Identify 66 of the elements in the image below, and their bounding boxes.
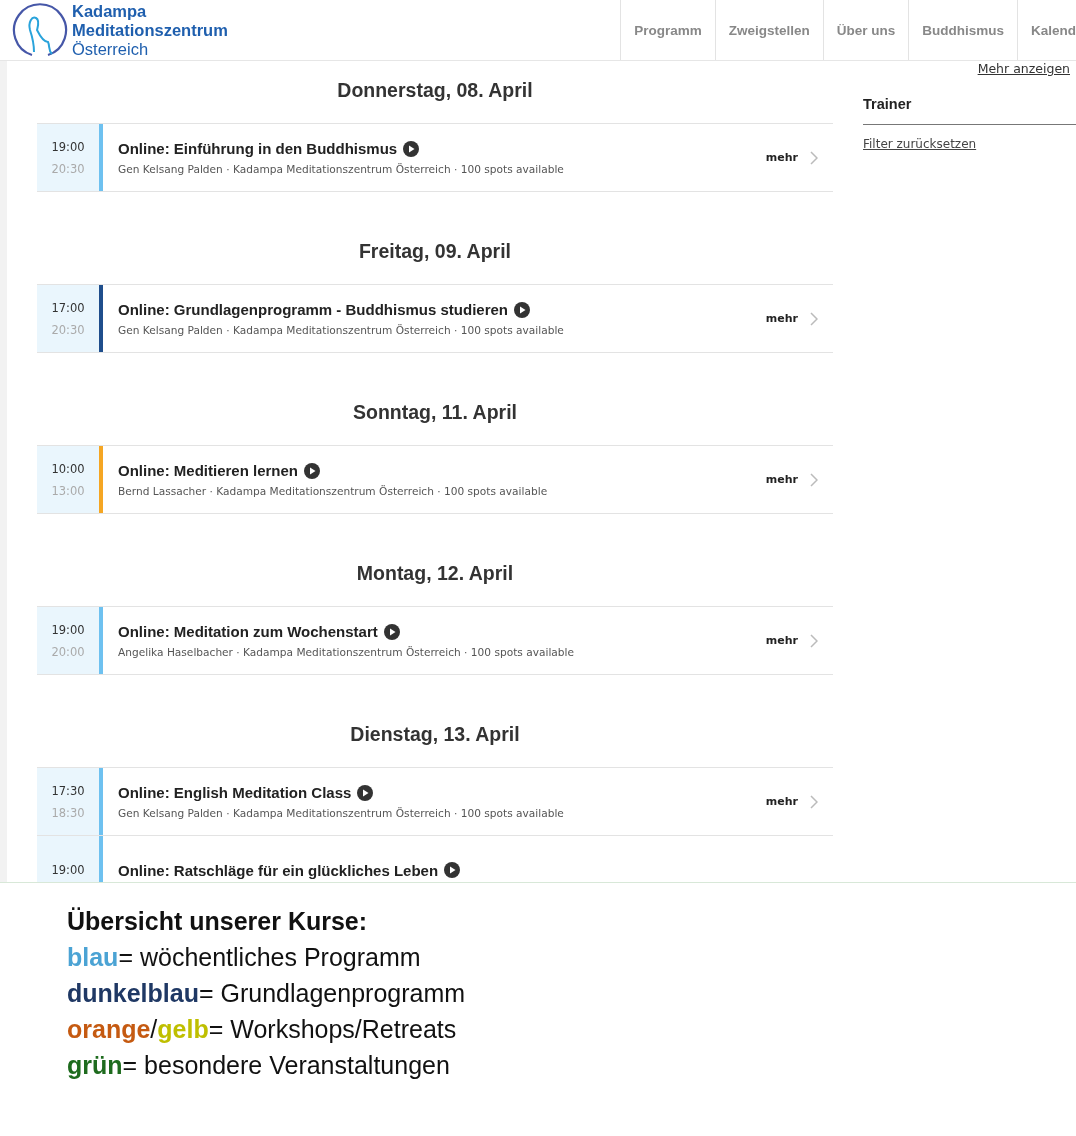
nav-link[interactable]: Über uns [822, 0, 909, 60]
event-details: Gen Kelsang Palden · Kadampa Meditationszentrum Österreich · 100 spots available [118, 807, 565, 819]
play-icon [304, 462, 321, 479]
play-icon [444, 862, 461, 878]
event-row[interactable]: 10:00 13:00 Online: Meditieren lernen Bernd Lassacher · Kadampa Meditationszentrum Österreich · 100 spots available mehr [37, 445, 833, 514]
more-link[interactable]: mehr [765, 151, 798, 164]
play-icon [514, 301, 531, 318]
play-icon [403, 140, 420, 157]
end-time: 18:30 [51, 805, 85, 820]
event-details: Gen Kelsang Palden · Kadampa Meditationszentrum Österreich · 100 spots available [118, 324, 565, 336]
event-title: Online: Einführung in den Buddhismus [118, 140, 398, 157]
show-more-link[interactable]: Mehr anzeigen [977, 61, 1070, 76]
meditator-logo-icon [12, 2, 68, 58]
logo-text: Österreich [72, 39, 150, 59]
legend-line: blau= wöchentliches Programm [67, 942, 422, 973]
end-time: 20:00 [51, 644, 85, 659]
start-time: 10:00 [51, 461, 85, 476]
start-time: 19:00 [51, 863, 85, 877]
day-heading: Donnerstag, 08. April [336, 78, 534, 103]
legend-line: orange/gelb= Workshops/Retreats [67, 1014, 458, 1045]
chevron-right-icon [810, 472, 818, 487]
event-details: Angelika Haselbacher · Kadampa Meditationszentrum Österreich · 100 spots available [118, 646, 576, 658]
start-time: 19:00 [51, 622, 85, 637]
event-row[interactable]: 19:00 20:30 Online: Einführung in den Buddhismus Gen Kelsang Palden · Kadampa Meditationszentrum Österreich · 100 spots available mehr [37, 123, 833, 192]
event-title: Online: Grundlagenprogramm - Buddhismus studieren [118, 301, 509, 318]
more-link[interactable]: mehr [765, 312, 798, 325]
event-row[interactable]: 19:00 Online: Ratschläge für ein glückliches Leben [37, 836, 833, 882]
event-title: Online: Meditation zum Wochenstart [118, 623, 378, 640]
play-icon [357, 784, 374, 801]
day-heading: Dienstag, 13. April [349, 722, 521, 747]
legend-title: Übersicht unserer Kurse: [67, 906, 369, 937]
end-time: 13:00 [51, 483, 85, 498]
more-link[interactable]: mehr [765, 634, 798, 647]
event-row[interactable]: 17:00 20:30 Online: Grundlagenprogramm - Buddhismus studieren Gen Kelsang Palden · Kadampa Meditationszentrum Österreich · 100 spots available mehr [37, 284, 833, 353]
legend-line: grün= besondere Veranstaltungen [67, 1050, 451, 1081]
more-link[interactable]: mehr [765, 473, 798, 486]
end-time: 20:30 [51, 322, 85, 337]
chevron-right-icon [810, 311, 818, 326]
start-time: 17:30 [51, 783, 85, 798]
nav-link[interactable]: Programm [620, 0, 715, 60]
logo-text: Meditationszentrum [72, 20, 228, 40]
day-heading: Freitag, 09. April [357, 239, 513, 264]
day-heading: Montag, 12. April [355, 561, 515, 586]
nav-link[interactable]: Buddhismus [908, 0, 1017, 60]
chevron-right-icon [810, 150, 818, 165]
logo-text: Kadampa [72, 1, 148, 21]
chevron-right-icon [810, 633, 818, 648]
event-title: Online: Meditieren lernen [118, 462, 299, 479]
sidebar-heading: Trainer [863, 96, 1076, 125]
nav-link[interactable]: Kalend [1017, 0, 1076, 60]
start-time: 19:00 [51, 139, 85, 154]
play-icon [383, 623, 400, 640]
event-row[interactable]: 17:30 18:30 Online: English Meditation Class Gen Kelsang Palden · Kadampa Meditationszentrum Österreich · 100 spots available mehr [37, 767, 833, 836]
chevron-right-icon [810, 794, 818, 809]
event-details: Gen Kelsang Palden · Kadampa Meditationszentrum Österreich · 100 spots available [118, 163, 565, 175]
legend-line: dunkelblau= Grundlagenprogramm [67, 978, 467, 1009]
nav-link[interactable]: Zweigstellen [714, 0, 823, 60]
day-heading: Sonntag, 11. April [352, 400, 518, 425]
event-row[interactable]: 19:00 20:00 Online: Meditation zum Wochenstart Angelika Haselbacher · Kadampa Meditationszentrum Österreich · 100 spots available mehr [37, 606, 833, 675]
event-title: Online: English Meditation Class [118, 784, 352, 801]
reset-filter-link[interactable]: Filter zurücksetzen [863, 137, 1076, 151]
end-time: 20:30 [51, 161, 85, 176]
event-title: Online: Ratschläge für ein glückliches Leben [118, 861, 439, 879]
start-time: 17:00 [51, 300, 85, 315]
more-link[interactable]: mehr [765, 795, 798, 808]
event-details: Bernd Lassacher · Kadampa Meditationszentrum Österreich · 100 spots available [118, 485, 549, 497]
